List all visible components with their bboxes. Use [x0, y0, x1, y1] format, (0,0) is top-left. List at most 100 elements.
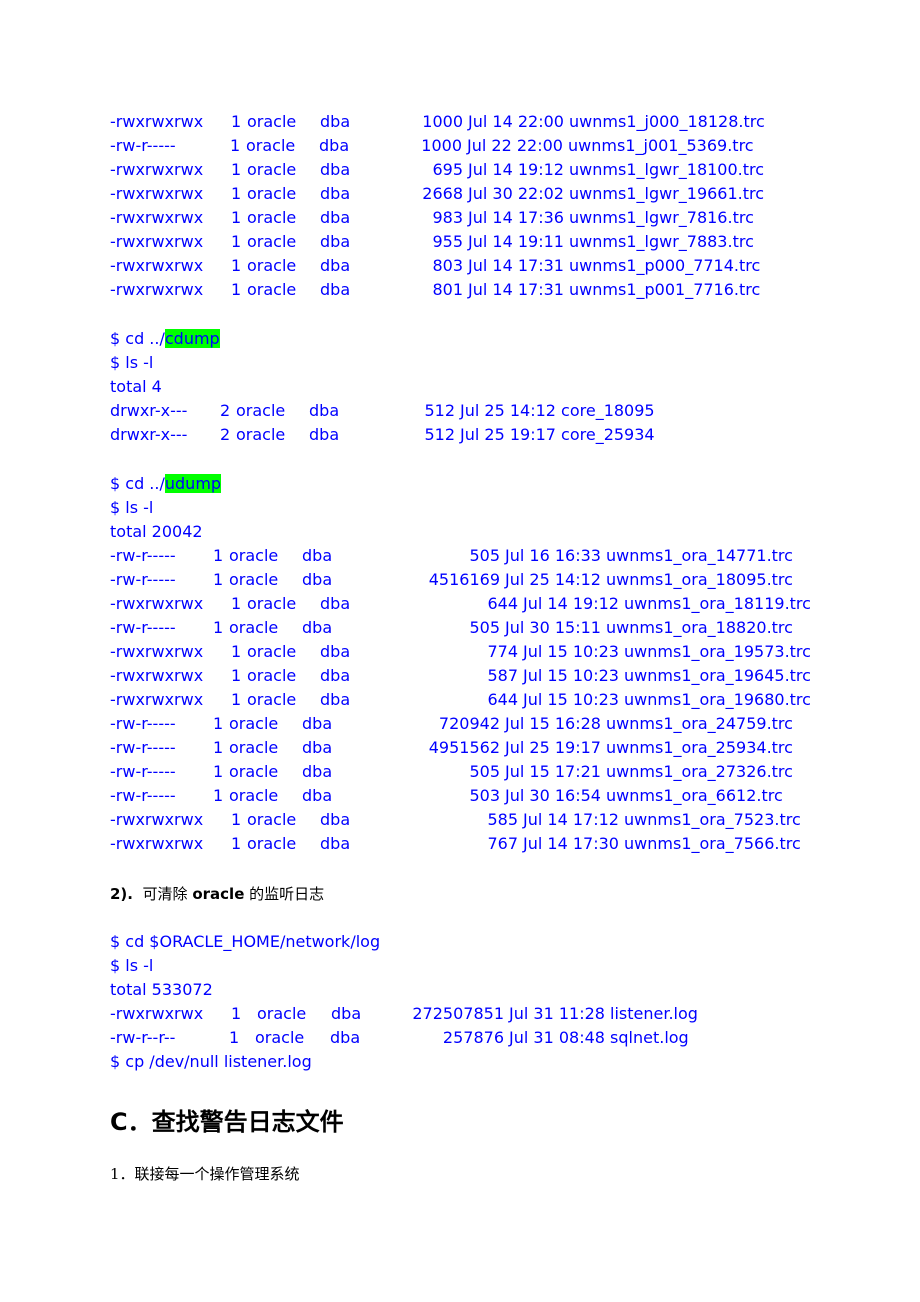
permissions: -rw-r----- — [110, 786, 176, 805]
file-size: 801 — [432, 280, 463, 299]
link-count: 2 — [220, 401, 231, 420]
file-size: 272507851 — [412, 1004, 504, 1023]
permissions: -rwxrwxrwx — [110, 594, 204, 613]
file-size: 955 — [432, 232, 463, 251]
link-count: 1 — [231, 280, 242, 299]
permissions: -rwxrwxrwx — [110, 834, 204, 853]
subheading-bold-word: oracle — [192, 885, 245, 903]
permissions: drwxr-x--- — [110, 401, 188, 420]
file-size: 505 — [469, 546, 500, 565]
link-count: 1 — [213, 618, 224, 637]
file-date-name: Jul 14 17:36 uwnms1_lgwr_7816.trc — [468, 208, 754, 227]
file-date-name: Jul 25 19:17 core_25934 — [460, 425, 655, 444]
file-size: 774 — [487, 642, 518, 661]
section-c-heading: C．查找警告日志文件 — [110, 1108, 344, 1136]
owner: oracle — [229, 786, 279, 805]
ls-command: $ ls -l — [110, 956, 154, 975]
file-size: 720942 — [438, 714, 500, 733]
file-size: 1000 — [422, 112, 463, 131]
step-1-text: 1．联接每一个操作管理系统 — [110, 1165, 300, 1183]
file-date-name: Jul 30 16:54 uwnms1_ora_6612.trc — [505, 786, 783, 805]
listener-subheading: 2). 可清除 oracle 的监听日志 — [110, 883, 324, 904]
subheading-text: 可清除 — [142, 885, 188, 903]
cd-cdump-command: $ cd ../cdump — [110, 328, 220, 350]
permissions: -rwxrwxrwx — [110, 184, 204, 203]
total-line: total 20042 — [110, 522, 203, 541]
permissions: -rw-r----- — [110, 618, 176, 637]
link-count: 1 — [231, 834, 242, 853]
file-date-name: Jul 30 15:11 uwnms1_ora_18820.trc — [505, 618, 793, 637]
link-count: 1 — [231, 810, 242, 829]
link-count: 1 — [231, 594, 242, 613]
file-date-name: Jul 25 19:17 uwnms1_ora_25934.trc — [505, 738, 793, 757]
link-count: 1 — [213, 570, 224, 589]
file-size: 257876 — [442, 1028, 504, 1047]
permissions: -rwxrwxrwx — [110, 232, 204, 251]
ls-command: $ ls -l — [110, 498, 154, 517]
permissions: -rwxrwxrwx — [110, 666, 204, 685]
permissions: -rw-r----- — [110, 714, 176, 733]
highlighted-dir-udump: udump — [164, 474, 222, 493]
permissions: -rw-r----- — [110, 762, 176, 781]
permissions: -rwxrwxrwx — [110, 256, 204, 275]
link-count: 1 — [231, 256, 242, 275]
subheading-text: 的监听日志 — [249, 885, 325, 903]
file-size: 512 — [424, 401, 455, 420]
permissions: -rwxrwxrwx — [110, 160, 204, 179]
file-size: 585 — [487, 810, 518, 829]
file-date-name: Jul 16 16:33 uwnms1_ora_14771.trc — [505, 546, 793, 565]
permissions: drwxr-x--- — [110, 425, 188, 444]
file-size: 695 — [432, 160, 463, 179]
file-date-name: Jul 14 17:31 uwnms1_p000_7714.trc — [468, 256, 761, 275]
link-count: 1 — [213, 762, 224, 781]
file-size: 983 — [432, 208, 463, 227]
file-date-name: Jul 15 10:23 uwnms1_ora_19645.trc — [523, 666, 811, 685]
cd-network-log-command: $ cd $ORACLE_HOME/network/log — [110, 932, 381, 951]
file-size: 505 — [469, 762, 500, 781]
link-count: 1 — [231, 160, 242, 179]
link-count: 1 — [231, 184, 242, 203]
file-date-name: Jul 15 10:23 uwnms1_ora_19573.trc — [523, 642, 811, 661]
file-size: 644 — [487, 690, 518, 709]
file-size: 505 — [469, 618, 500, 637]
link-count: 1 — [213, 714, 224, 733]
owner: oracle — [255, 1028, 305, 1047]
file-size: 1000 — [421, 136, 462, 155]
link-count: 1 — [213, 786, 224, 805]
link-count: 1 — [213, 546, 224, 565]
owner: oracle — [229, 714, 279, 733]
file-size: 4951562 — [428, 738, 500, 757]
link-count: 2 — [220, 425, 231, 444]
file-date-name: Jul 14 17:30 uwnms1_ora_7566.trc — [523, 834, 801, 853]
file-size: 4516169 — [428, 570, 500, 589]
file-size: 2668 — [422, 184, 463, 203]
link-count: 1 — [231, 208, 242, 227]
cp-dev-null-command: $ cp /dev/null listener.log — [110, 1052, 312, 1071]
file-size: 803 — [432, 256, 463, 275]
file-date-name: Jul 14 19:12 uwnms1_lgwr_18100.trc — [468, 160, 765, 179]
file-date-name: Jul 25 14:12 uwnms1_ora_18095.trc — [505, 570, 793, 589]
permissions: -rwxrwxrwx — [110, 810, 204, 829]
file-date-name: Jul 14 19:11 uwnms1_lgwr_7883.trc — [468, 232, 754, 251]
file-date-name: Jul 15 10:23 uwnms1_ora_19680.trc — [523, 690, 811, 709]
file-size: 587 — [487, 666, 518, 685]
owner: oracle — [229, 570, 279, 589]
owner: oracle — [247, 834, 297, 853]
file-date-name: Jul 15 17:21 uwnms1_ora_27326.trc — [505, 762, 793, 781]
file-date-name: Jul 15 16:28 uwnms1_ora_24759.trc — [505, 714, 793, 733]
file-size: 503 — [469, 786, 500, 805]
owner: oracle — [229, 738, 279, 757]
file-date-name: Jul 30 22:02 uwnms1_lgwr_19661.trc — [468, 184, 765, 203]
file-date-name: Jul 22 22:00 uwnms1_j001_5369.trc — [467, 136, 754, 155]
owner: oracle — [247, 594, 297, 613]
file-size: 767 — [487, 834, 518, 853]
file-size: 644 — [487, 594, 518, 613]
owner: oracle — [229, 618, 279, 637]
file-date-name: Jul 14 17:12 uwnms1_ora_7523.trc — [523, 810, 801, 829]
owner: oracle — [247, 690, 297, 709]
permissions: -rw-r----- — [110, 570, 176, 589]
link-count: 1 — [213, 738, 224, 757]
link-count: 1 — [230, 136, 241, 155]
permissions: -rwxrwxrwx — [110, 208, 204, 227]
link-count: 1 — [231, 642, 242, 661]
